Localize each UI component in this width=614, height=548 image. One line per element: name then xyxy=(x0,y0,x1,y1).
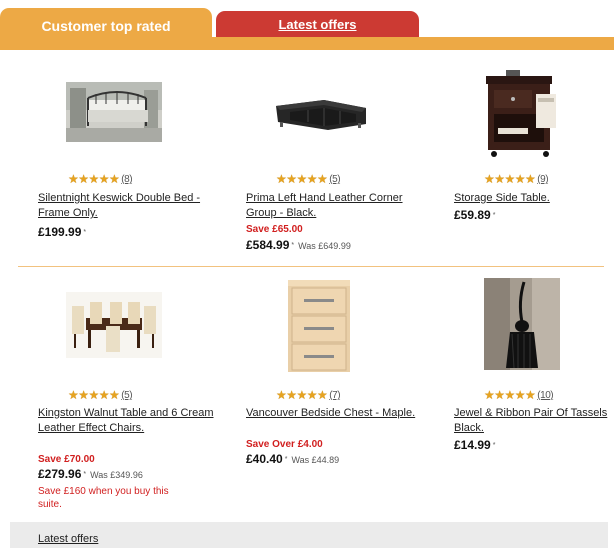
product-price: £59.89 xyxy=(454,208,491,222)
price-line: £14.99 * xyxy=(454,438,495,454)
footer-bar: Latest offers xyxy=(10,522,608,548)
star-icons: ★★★★★ xyxy=(276,388,328,402)
tab-latest-offers[interactable]: Latest offers xyxy=(216,11,419,37)
price-marker: * xyxy=(83,229,87,236)
save-amount: Save £70.00 xyxy=(38,454,95,465)
price-line: £584.99 * Was £649.99 xyxy=(246,238,351,254)
tassel-image[interactable] xyxy=(484,278,560,370)
product-price: £279.96 xyxy=(38,467,82,481)
review-count[interactable]: (10) xyxy=(537,388,553,403)
review-count[interactable]: (9) xyxy=(537,172,548,187)
review-count[interactable]: (7) xyxy=(329,388,340,403)
save-amount: Save Over £4.00 xyxy=(246,439,323,450)
product-name-link[interactable]: Storage Side Table. xyxy=(454,191,614,206)
tab-customer-top-rated[interactable]: Customer top rated xyxy=(0,8,212,42)
price-line: £59.89 * xyxy=(454,208,495,224)
bedside-chest-image[interactable] xyxy=(286,278,352,374)
product-name-link[interactable]: Jewel & Ribbon Pair Of Tassels Black. xyxy=(454,406,614,436)
price-line: £279.96 * Was £349.96 xyxy=(38,467,143,483)
review-count[interactable]: (5) xyxy=(329,172,340,187)
star-icons: ★★★★★ xyxy=(276,172,328,186)
save-amount: Save £65.00 xyxy=(246,224,303,235)
rating-stars: ★★★★★ (10) xyxy=(484,388,554,403)
price-line: £199.99 * xyxy=(38,225,86,241)
was-price: Was £649.99 xyxy=(298,241,351,251)
price-marker: * xyxy=(291,242,295,249)
product-price: £14.99 xyxy=(454,438,491,452)
rating-stars: ★★★★★ (5) xyxy=(276,172,341,187)
rating-stars: ★★★★★ (7) xyxy=(276,388,341,403)
rating-stars: ★★★★★ (8) xyxy=(68,172,133,187)
price-marker: * xyxy=(492,442,496,449)
row-divider xyxy=(18,266,604,267)
price-marker: * xyxy=(83,471,87,478)
star-icons: ★★★★★ xyxy=(484,172,536,186)
was-price: Was £349.96 xyxy=(90,470,143,480)
bed-image[interactable] xyxy=(66,82,162,142)
price-marker: * xyxy=(492,212,496,219)
product-price: £40.40 xyxy=(246,452,283,466)
product-price: £584.99 xyxy=(246,238,290,252)
star-icons: ★★★★★ xyxy=(68,172,120,186)
star-icons: ★★★★★ xyxy=(484,388,536,402)
product-price: £199.99 xyxy=(38,225,82,239)
product-name-link[interactable]: Vancouver Bedside Chest - Maple. xyxy=(246,406,426,421)
price-marker: * xyxy=(284,456,288,463)
review-count[interactable]: (5) xyxy=(121,388,132,403)
rating-stars: ★★★★★ (9) xyxy=(484,172,549,187)
sofa-image[interactable] xyxy=(270,90,370,136)
product-name-link[interactable]: Silentnight Keswick Double Bed - Frame O… xyxy=(38,191,218,221)
price-line: £40.40 * Was £44.89 xyxy=(246,452,339,468)
footer-latest-offers-link[interactable]: Latest offers xyxy=(38,533,98,545)
dining-set-image[interactable] xyxy=(66,292,162,358)
was-price: Was £44.89 xyxy=(291,455,340,465)
product-name-link[interactable]: Prima Left Hand Leather Corner Group - B… xyxy=(246,191,426,221)
rating-stars: ★★★★★ (5) xyxy=(68,388,133,403)
side-table-image[interactable] xyxy=(478,68,566,160)
review-count[interactable]: (8) xyxy=(121,172,132,187)
bundle-offer-note: Save £160 when you buy this suite. xyxy=(38,486,169,510)
star-icons: ★★★★★ xyxy=(68,388,120,402)
tab-bar: Customer top rated Latest offers xyxy=(0,0,614,50)
product-name-link[interactable]: Kingston Walnut Table and 6 Cream Leathe… xyxy=(38,406,218,436)
